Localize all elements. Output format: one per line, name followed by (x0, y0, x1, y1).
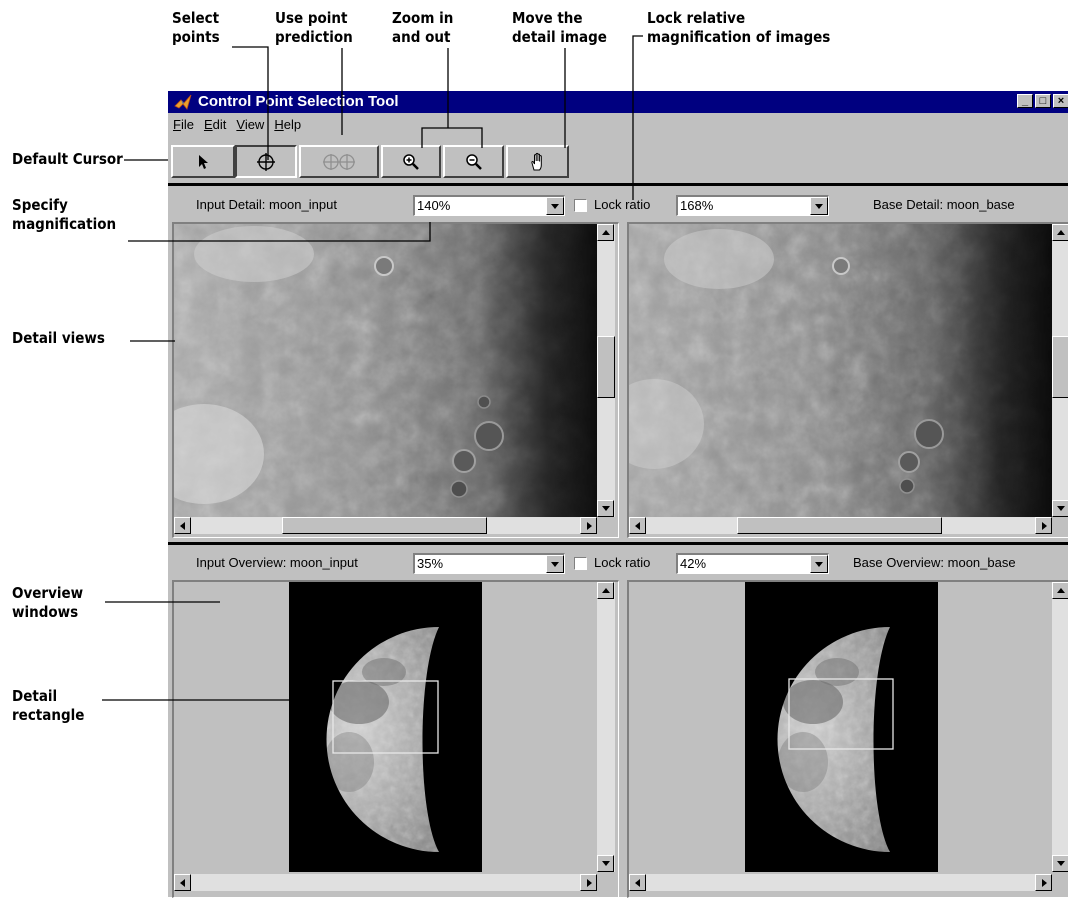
scroll-down-button[interactable] (597, 500, 614, 517)
scroll-down-button[interactable] (597, 855, 614, 872)
callout-overview-windows: Overview windows (12, 584, 84, 621)
chevron-down-icon[interactable] (810, 555, 828, 573)
arrow-cursor-icon (199, 154, 208, 169)
scroll-right-button[interactable] (580, 874, 597, 891)
scroll-right-button[interactable] (1035, 517, 1052, 534)
base-detail-view[interactable] (627, 222, 1068, 538)
base-detail-image (629, 224, 1052, 517)
menu-file[interactable]: File (168, 115, 199, 135)
input-overview-vscroll[interactable] (597, 582, 615, 872)
callout-default-cursor: Default Cursor (12, 150, 123, 168)
zoom-in-icon (403, 153, 419, 170)
callout-detail-views: Detail views (12, 329, 105, 347)
input-detail-magnification[interactable]: 140% (413, 195, 565, 216)
scroll-left-button[interactable] (629, 874, 646, 891)
scroll-thumb[interactable] (1052, 336, 1068, 398)
scroll-left-button[interactable] (629, 517, 646, 534)
scroll-up-button[interactable] (1052, 582, 1068, 599)
scroll-left-button[interactable] (174, 517, 191, 534)
point-prediction-button[interactable] (299, 145, 379, 178)
separator-top (168, 183, 1068, 186)
default-cursor-button[interactable] (171, 145, 235, 178)
title-bar[interactable]: Control Point Selection Tool _ □ × (168, 91, 1068, 113)
scroll-up-button[interactable] (1052, 224, 1068, 241)
input-overview-label: Input Overview: moon_input (196, 555, 358, 570)
callout-specify-magnification: Specify magnification (12, 196, 117, 233)
base-detail-vscroll[interactable] (1052, 224, 1068, 517)
menu-bar: File Edit View Help (168, 115, 306, 135)
scroll-up-button[interactable] (597, 224, 614, 241)
base-overview-view[interactable] (627, 580, 1068, 898)
scroll-right-button[interactable] (1035, 874, 1052, 891)
menu-edit[interactable]: Edit (199, 115, 231, 135)
scroll-thumb[interactable] (737, 517, 942, 534)
chevron-down-icon[interactable] (546, 197, 564, 215)
window-controls: _ □ × (1015, 94, 1068, 108)
callout-select-points: Select points (172, 9, 220, 46)
lock-ratio-checkbox-overview[interactable] (574, 557, 587, 570)
base-overview-moon-image (745, 582, 938, 872)
hand-icon (530, 152, 542, 170)
callout-zoom: Zoom in and out (392, 9, 454, 46)
input-detail-vscroll[interactable] (597, 224, 615, 517)
chevron-down-icon[interactable] (546, 555, 564, 573)
base-overview-magnification[interactable]: 42% (676, 553, 829, 574)
close-button[interactable]: × (1053, 94, 1068, 108)
input-overview-magnification[interactable]: 35% (413, 553, 565, 574)
matlab-logo-icon (174, 94, 192, 110)
separator-middle (168, 542, 1068, 545)
input-detail-view[interactable] (172, 222, 619, 538)
input-overview-view[interactable] (172, 580, 619, 898)
zoom-in-button[interactable] (381, 145, 441, 178)
base-overview-vscroll[interactable] (1052, 582, 1068, 872)
input-detail-hscroll[interactable] (174, 517, 597, 534)
pan-hand-button[interactable] (506, 145, 569, 178)
scroll-thumb[interactable] (282, 517, 487, 534)
double-crosshair-icon (323, 153, 355, 170)
crosshair-icon (257, 152, 275, 171)
minimize-button[interactable]: _ (1017, 94, 1033, 108)
input-detail-image (174, 224, 597, 517)
scroll-down-button[interactable] (1052, 500, 1068, 517)
callout-use-point-prediction: Use point prediction (275, 9, 353, 46)
maximize-button[interactable]: □ (1035, 94, 1051, 108)
scroll-right-button[interactable] (580, 517, 597, 534)
control-point-window: Control Point Selection Tool _ □ × File … (167, 90, 1068, 898)
callout-move-detail: Move the detail image (512, 9, 607, 46)
scroll-left-button[interactable] (174, 874, 191, 891)
base-detail-magnification[interactable]: 168% (676, 195, 829, 216)
base-overview-hscroll[interactable] (629, 874, 1052, 891)
zoom-out-icon (465, 153, 482, 170)
menu-view[interactable]: View (231, 115, 269, 135)
chevron-down-icon[interactable] (810, 197, 828, 215)
input-detail-label: Input Detail: moon_input (196, 197, 337, 212)
lock-ratio-label-overview: Lock ratio (594, 555, 651, 570)
select-points-button[interactable] (235, 145, 297, 178)
scroll-thumb[interactable] (597, 336, 615, 398)
scroll-up-button[interactable] (597, 582, 614, 599)
callout-detail-rectangle: Detail rectangle (12, 687, 85, 724)
callout-lock-relative: Lock relative magnification of images (647, 9, 831, 46)
scroll-down-button[interactable] (1052, 855, 1068, 872)
base-detail-hscroll[interactable] (629, 517, 1052, 534)
input-overview-hscroll[interactable] (174, 874, 597, 891)
input-overview-moon-image (289, 582, 482, 872)
window-title: Control Point Selection Tool (198, 93, 399, 110)
lock-ratio-label-detail: Lock ratio (594, 197, 651, 212)
zoom-out-button[interactable] (443, 145, 504, 178)
lock-ratio-checkbox-detail[interactable] (574, 199, 587, 212)
menu-help[interactable]: Help (269, 115, 306, 135)
base-detail-label: Base Detail: moon_base (873, 197, 1015, 212)
toolbar (168, 145, 1068, 179)
base-overview-label: Base Overview: moon_base (853, 555, 1016, 570)
